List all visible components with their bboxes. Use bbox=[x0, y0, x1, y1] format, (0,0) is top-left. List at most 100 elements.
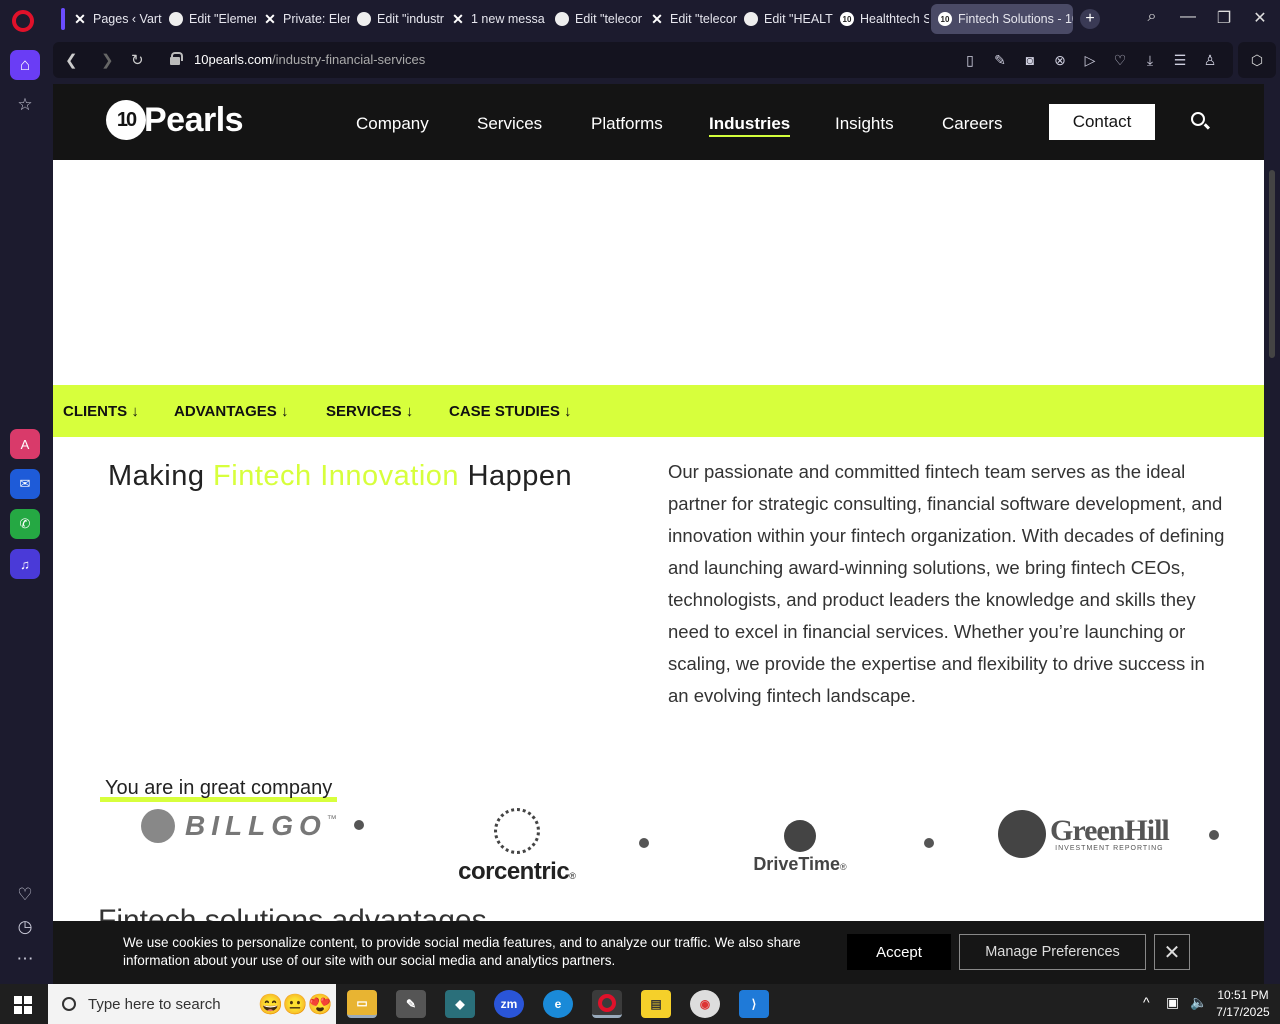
more-options-icon[interactable]: ⋯ bbox=[10, 944, 40, 974]
tab[interactable]: ✕ Pages ‹ Varta bbox=[66, 4, 162, 34]
back-icon[interactable]: ❮ bbox=[65, 51, 78, 69]
globe-icon bbox=[168, 11, 184, 27]
web-page: 10 Pearls Company Services Platforms Ind… bbox=[53, 84, 1264, 984]
opera-icon[interactable] bbox=[592, 990, 622, 1018]
nav-company[interactable]: Company bbox=[356, 114, 429, 134]
intro-paragraph: Our passionate and committed fintech tea… bbox=[668, 461, 1225, 706]
easy-setup-icon[interactable]: ☰ bbox=[1171, 52, 1189, 69]
tenpearls-icon: 10 bbox=[839, 11, 855, 27]
heart-icon[interactable]: ♡ bbox=[10, 880, 40, 910]
flow-icon[interactable]: ▷ bbox=[1081, 52, 1099, 69]
nav-platforms[interactable]: Platforms bbox=[591, 114, 663, 134]
nav-careers[interactable]: Careers bbox=[942, 114, 1002, 134]
forward-icon[interactable]: ❯ bbox=[101, 51, 114, 69]
history-icon[interactable]: ◷ bbox=[10, 912, 40, 942]
address-bar: ❮ ❯ ↻ 10pearls.com/industry-financial-se… bbox=[53, 42, 1233, 78]
tab-search-icon[interactable]: ⌕ bbox=[1141, 8, 1163, 26]
vscode-icon[interactable]: ⟩ bbox=[739, 990, 769, 1018]
drivetime-icon bbox=[784, 820, 816, 852]
zoom-icon[interactable]: zm bbox=[494, 990, 524, 1018]
emoji-icon: 😄😐😍 bbox=[258, 994, 333, 1016]
messenger-icon[interactable]: ✉ bbox=[10, 469, 40, 499]
subnav-clients[interactable]: CLIENTS ↓ bbox=[63, 403, 139, 420]
whatsapp-icon[interactable]: ✆ bbox=[10, 509, 40, 539]
x-icon: ✕ bbox=[74, 10, 86, 27]
tab[interactable]: ✕ Private: Elem bbox=[256, 4, 350, 34]
subnav-services[interactable]: SERVICES ↓ bbox=[326, 403, 413, 420]
aria-icon[interactable]: A bbox=[10, 429, 40, 459]
tab[interactable]: 10 Healthtech S bbox=[833, 4, 929, 34]
clients-heading: You are in great company bbox=[100, 777, 338, 802]
restore-button[interactable]: ❐ bbox=[1213, 8, 1235, 28]
carousel-dot[interactable] bbox=[354, 820, 364, 830]
home-icon[interactable]: ⌂ bbox=[10, 50, 40, 80]
paint-icon[interactable]: ✎ bbox=[396, 990, 426, 1018]
tab[interactable]: ✕ Edit "telecon bbox=[643, 4, 737, 34]
star-icon[interactable]: ☆ bbox=[10, 90, 40, 120]
tab[interactable]: Edit "telecon bbox=[548, 4, 642, 34]
greenhill-icon bbox=[998, 810, 1046, 858]
carousel-dot[interactable] bbox=[924, 838, 934, 848]
client-logo-greenhill: GreenHill INVESTMENT REPORTING bbox=[998, 810, 1170, 858]
accept-cookies-button[interactable]: Accept bbox=[847, 934, 951, 970]
client-logo-drivetime: DriveTime® bbox=[750, 820, 850, 875]
tab[interactable]: Edit "Elemen bbox=[162, 4, 256, 34]
lock-icon bbox=[170, 52, 183, 65]
download-icon[interactable]: ⤓ bbox=[1141, 52, 1159, 69]
tab[interactable]: Edit "industr bbox=[350, 4, 444, 34]
contact-button[interactable]: Contact bbox=[1049, 104, 1155, 140]
file-explorer-icon[interactable]: ▭ bbox=[347, 990, 377, 1018]
extensions-icon[interactable]: ⬡ bbox=[1238, 42, 1276, 78]
manage-preferences-button[interactable]: Manage Preferences bbox=[959, 934, 1146, 970]
client-logo-corcentric: corcentric® bbox=[454, 808, 580, 886]
page-scrollbar[interactable] bbox=[1266, 84, 1278, 984]
tenpearls-icon: 10 bbox=[937, 11, 953, 27]
tab-island-marker bbox=[61, 8, 65, 30]
subnav-case-studies[interactable]: CASE STUDIES ↓ bbox=[449, 403, 572, 420]
search-icon bbox=[62, 997, 76, 1011]
chrome-icon[interactable]: ◉ bbox=[690, 990, 720, 1018]
volume-icon[interactable]: 🔈 bbox=[1190, 994, 1207, 1011]
tray-chevron-icon[interactable]: ^ bbox=[1143, 994, 1150, 1010]
url-field[interactable]: 10pearls.com/industry-financial-services bbox=[194, 52, 425, 67]
search-icon[interactable] bbox=[1191, 112, 1205, 126]
subnav-advantages[interactable]: ADVANTAGES ↓ bbox=[174, 403, 288, 420]
billgo-icon bbox=[141, 809, 175, 843]
tab-active[interactable]: 10 Fintech Solutions - 10 bbox=[931, 4, 1073, 34]
tab[interactable]: ✕ 1 new messa bbox=[444, 4, 546, 34]
x-icon: ✕ bbox=[452, 10, 464, 27]
nav-services[interactable]: Services bbox=[477, 114, 542, 134]
nav-insights[interactable]: Insights bbox=[835, 114, 894, 134]
close-window-button[interactable]: ✕ bbox=[1249, 8, 1271, 28]
reload-icon[interactable]: ↻ bbox=[131, 51, 144, 69]
close-cookie-banner-icon[interactable]: ✕ bbox=[1154, 934, 1190, 970]
tab[interactable]: Edit "HEALTI bbox=[737, 4, 833, 34]
profile-icon[interactable]: ♙ bbox=[1201, 52, 1219, 69]
sticky-notes-icon[interactable]: ▤ bbox=[641, 990, 671, 1018]
taskbar-search-box[interactable]: Type here to search 😄😐😍 bbox=[48, 984, 336, 1024]
system-clock[interactable]: 10:51 PM 7/17/2025 bbox=[1212, 987, 1274, 1021]
new-tab-button[interactable]: + bbox=[1080, 9, 1100, 29]
page-headline: Making Fintech Innovation Happen bbox=[108, 460, 573, 492]
edit-icon[interactable]: ✎ bbox=[991, 52, 1009, 69]
scrollbar-thumb[interactable] bbox=[1269, 170, 1275, 358]
site-header: 10 Pearls Company Services Platforms Ind… bbox=[53, 84, 1264, 160]
pinboard-icon[interactable]: ♡ bbox=[1111, 52, 1129, 69]
windows-start-icon[interactable] bbox=[14, 996, 32, 1014]
edge-icon[interactable]: e bbox=[543, 990, 573, 1018]
globe-icon bbox=[554, 11, 570, 27]
network-icon[interactable]: ▣ bbox=[1166, 994, 1179, 1011]
music-player-icon[interactable]: ♫ bbox=[10, 549, 40, 579]
opera-logo-icon[interactable] bbox=[12, 10, 34, 32]
app-icon[interactable]: ◆ bbox=[445, 990, 475, 1018]
reader-mode-icon[interactable]: ▯ bbox=[961, 52, 979, 69]
cookie-text: We use cookies to personalize content, t… bbox=[123, 935, 801, 968]
carousel-dot[interactable] bbox=[1209, 830, 1219, 840]
minimize-button[interactable]: — bbox=[1177, 8, 1199, 26]
nav-industries[interactable]: Industries bbox=[709, 114, 791, 137]
adblock-icon[interactable]: ⊗ bbox=[1051, 52, 1069, 69]
site-logo[interactable]: 10 Pearls bbox=[106, 100, 244, 140]
camera-icon[interactable]: ◙ bbox=[1021, 52, 1039, 68]
carousel-dot[interactable] bbox=[639, 838, 649, 848]
tab-bar: ✕ Pages ‹ Varta Edit "Elemen ✕ Private: El… bbox=[0, 0, 1280, 40]
